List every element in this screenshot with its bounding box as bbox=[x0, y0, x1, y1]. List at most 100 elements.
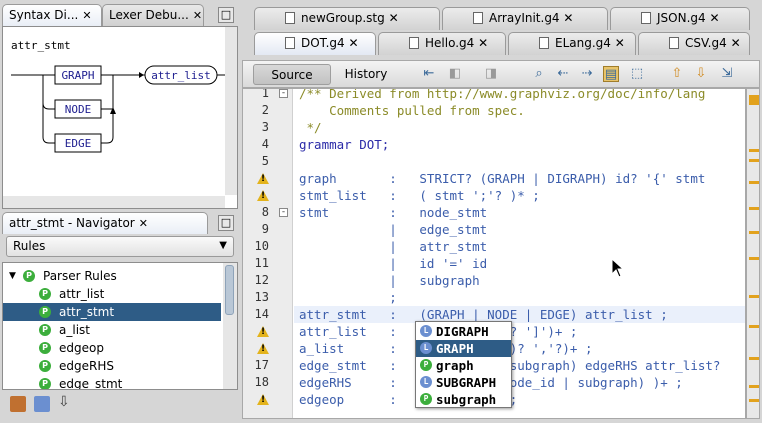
tab-label: JSON.g4 bbox=[657, 11, 706, 25]
line-number: 4 bbox=[261, 137, 269, 151]
warning-marker[interactable] bbox=[749, 399, 759, 402]
code-completion-popup: L DIGRAPH L GRAPH Pgraph L SUBGRAPH Psubgra… bbox=[415, 321, 512, 408]
error-stripe[interactable] bbox=[746, 88, 760, 419]
list-item-label: attr_stmt bbox=[59, 305, 115, 319]
code-line[interactable]: graph : STRICT? (GRAPH | DIGRAPH) id? '{… bbox=[299, 170, 705, 187]
previous-bookmark-icon[interactable]: ⇧ bbox=[669, 66, 685, 82]
close-icon[interactable]: ✕ bbox=[193, 9, 202, 22]
completion-item[interactable]: L SUBGRAPH bbox=[416, 374, 511, 391]
close-icon[interactable]: ✕ bbox=[478, 36, 488, 50]
code-line[interactable]: | subgraph bbox=[299, 272, 479, 289]
completion-item[interactable]: Pgraph bbox=[416, 357, 511, 374]
code-line[interactable]: stmt : node_stmt bbox=[299, 204, 487, 221]
toggle-selection-icon[interactable]: ⬚ bbox=[629, 66, 645, 82]
navigator-filter-select[interactable]: Rules ▼ bbox=[6, 236, 234, 257]
list-item[interactable]: P edgeop bbox=[3, 339, 221, 357]
code-line[interactable]: stmt_list : ( stmt ';'? )* ; bbox=[299, 187, 540, 204]
warning-icon[interactable] bbox=[257, 326, 269, 337]
completion-item[interactable]: L DIGRAPH bbox=[416, 323, 511, 340]
history-button[interactable]: History bbox=[335, 64, 397, 85]
tab-arrayinit-g4[interactable]: ArrayInit.g4 ✕ bbox=[442, 7, 608, 30]
warning-icon[interactable] bbox=[257, 173, 269, 184]
list-item[interactable]: P a_list bbox=[3, 321, 221, 339]
horizontal-scrollbar[interactable] bbox=[3, 196, 225, 208]
tab-dot-g4[interactable]: DOT.g4 ✕ bbox=[254, 32, 376, 55]
warning-marker[interactable] bbox=[749, 295, 759, 298]
code-line[interactable]: /** Derived from http://www.graphviz.org… bbox=[299, 89, 705, 102]
tab-label: ArrayInit.g4 bbox=[489, 11, 560, 25]
warning-marker[interactable] bbox=[749, 207, 759, 210]
code-line[interactable]: Comments pulled from spec. bbox=[299, 102, 525, 119]
find-previous-icon[interactable]: ⇠ bbox=[555, 66, 571, 82]
tab-json-g4[interactable]: JSON.g4 ✕ bbox=[610, 7, 750, 30]
close-icon[interactable]: ✕ bbox=[139, 217, 148, 230]
sort-alpha-icon[interactable] bbox=[34, 396, 50, 412]
document-icon bbox=[539, 37, 549, 49]
warning-marker[interactable] bbox=[749, 181, 759, 184]
close-icon[interactable]: ✕ bbox=[82, 9, 91, 22]
code-line[interactable]: | edge_stmt bbox=[299, 221, 487, 238]
completion-item[interactable]: Psubgraph bbox=[416, 391, 511, 408]
warning-icon[interactable] bbox=[257, 190, 269, 201]
code-line[interactable]: | attr_stmt bbox=[299, 238, 487, 255]
sort-by-category-icon[interactable] bbox=[10, 396, 26, 412]
lexer-rule-icon: L bbox=[420, 376, 432, 388]
list-item[interactable]: P attr_stmt bbox=[3, 303, 221, 321]
warning-marker[interactable] bbox=[749, 149, 759, 152]
fold-toggle-icon[interactable]: - bbox=[279, 89, 288, 98]
warning-icon[interactable] bbox=[257, 343, 269, 354]
parser-rule-icon: P bbox=[39, 360, 51, 372]
back-icon[interactable]: ◧ bbox=[447, 66, 463, 82]
list-item[interactable]: P attr_list bbox=[3, 285, 221, 303]
vertical-scrollbar[interactable] bbox=[223, 263, 237, 389]
list-item[interactable]: P edgeRHS bbox=[3, 357, 221, 375]
forward-icon[interactable]: ◨ bbox=[483, 66, 499, 82]
tree-root-parser-rules[interactable]: ▼ P Parser Rules bbox=[3, 267, 221, 285]
warning-icon[interactable] bbox=[257, 394, 269, 405]
next-bookmark-icon[interactable]: ⇩ bbox=[693, 66, 709, 82]
code-line[interactable]: */ bbox=[299, 119, 322, 136]
find-next-icon[interactable]: ⇢ bbox=[579, 66, 595, 82]
close-icon[interactable]: ✕ bbox=[615, 36, 625, 50]
vertical-scrollbar[interactable] bbox=[225, 27, 237, 195]
close-icon[interactable]: ✕ bbox=[563, 11, 573, 25]
tab-newgroup-stg[interactable]: newGroup.stg ✕ bbox=[254, 7, 440, 30]
toggle-highlight-icon[interactable]: ▤ bbox=[603, 66, 619, 82]
close-icon[interactable]: ✕ bbox=[389, 11, 399, 25]
maximize-window-icon[interactable]: □ bbox=[218, 7, 234, 23]
warning-marker[interactable] bbox=[749, 357, 759, 360]
warning-marker[interactable] bbox=[749, 257, 759, 260]
maximize-window-icon[interactable]: □ bbox=[218, 215, 234, 231]
diagram-label-attr-list: attr_list bbox=[151, 69, 211, 82]
tab-navigator[interactable]: attr_stmt - Navigator ✕ bbox=[2, 212, 208, 234]
line-number: 14 bbox=[254, 307, 269, 321]
warning-marker[interactable] bbox=[749, 159, 759, 162]
close-icon[interactable]: ✕ bbox=[731, 36, 741, 50]
warning-marker[interactable] bbox=[749, 385, 759, 388]
tab-lexer-debugger[interactable]: Lexer Debu... ✕ bbox=[102, 4, 204, 26]
last-edit-icon[interactable]: ⇤ bbox=[421, 66, 437, 82]
scrollbar-thumb[interactable] bbox=[225, 265, 234, 315]
warning-marker[interactable] bbox=[749, 231, 759, 234]
completion-item[interactable]: L GRAPH bbox=[416, 340, 511, 357]
close-icon[interactable]: ✕ bbox=[709, 11, 719, 25]
sort-order-icon[interactable]: ⇩ bbox=[58, 394, 70, 410]
list-item[interactable]: P edge_stmt bbox=[3, 375, 221, 389]
find-icon[interactable]: ⌕ bbox=[531, 66, 547, 82]
fold-toggle-icon[interactable]: - bbox=[279, 208, 288, 217]
rule-name: attr_stmt bbox=[11, 39, 71, 52]
code-line[interactable]: | id '=' id bbox=[299, 255, 487, 272]
tab-elang-g4[interactable]: ELang.g4 ✕ bbox=[508, 32, 636, 55]
tab-csv-g4[interactable]: CSV.g4 ✕ bbox=[638, 32, 750, 55]
syntax-panel-tabs: Syntax Di... ✕ Lexer Debu... ✕ □ bbox=[2, 2, 238, 26]
warning-marker[interactable] bbox=[749, 325, 759, 328]
warning-marker[interactable] bbox=[749, 95, 759, 105]
close-icon[interactable]: ✕ bbox=[349, 36, 359, 50]
source-button[interactable]: Source bbox=[253, 64, 331, 85]
toggle-bookmark-icon[interactable]: ⇲ bbox=[719, 66, 735, 82]
code-line[interactable]: grammar DOT; bbox=[299, 136, 389, 153]
tab-syntax-diagram[interactable]: Syntax Di... ✕ bbox=[2, 4, 102, 26]
code-line[interactable]: ; bbox=[299, 289, 397, 306]
tab-hello-g4[interactable]: Hello.g4 ✕ bbox=[378, 32, 506, 55]
chevron-down-icon[interactable]: ▼ bbox=[9, 267, 16, 285]
